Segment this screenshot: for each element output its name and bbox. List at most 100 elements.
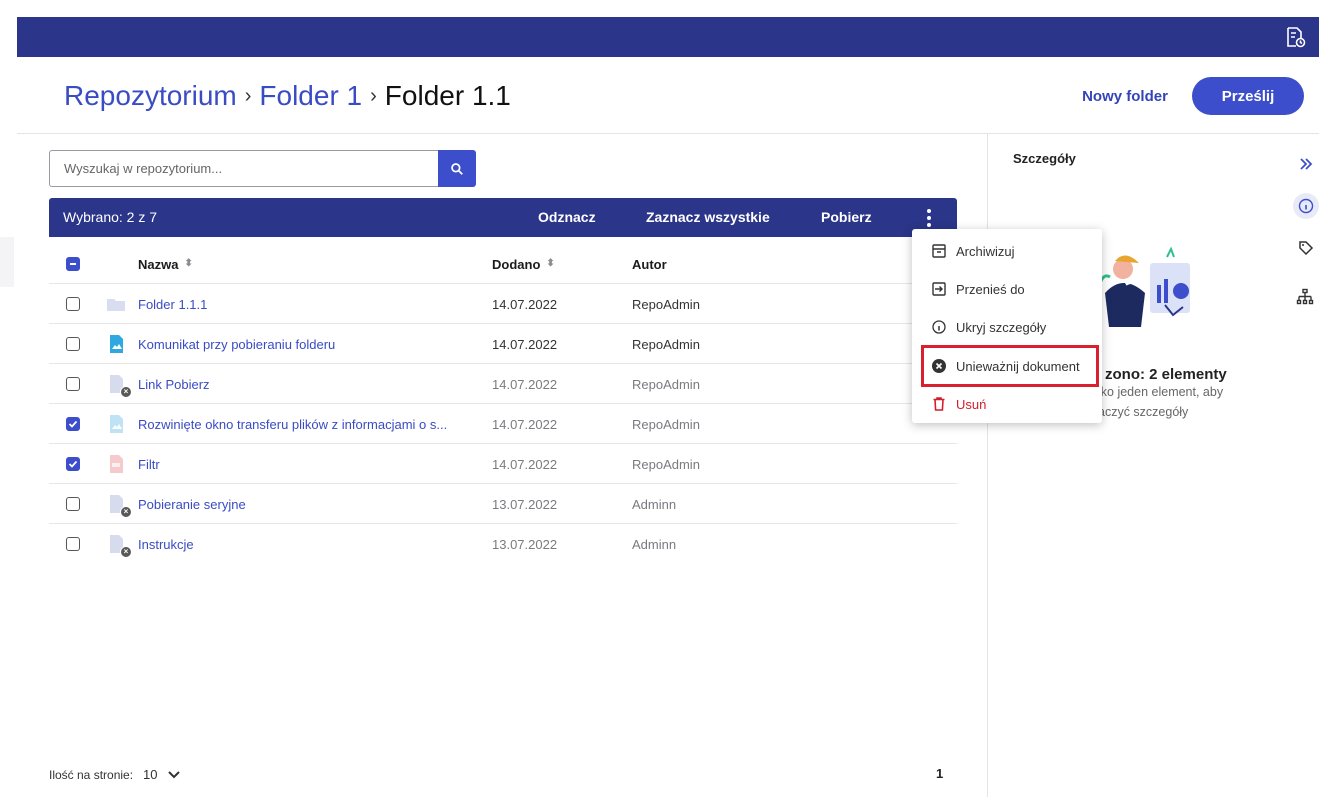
search-button[interactable] — [438, 150, 476, 187]
row-checkbox[interactable] — [66, 417, 80, 431]
date-cell: 13.07.2022 — [492, 536, 558, 552]
info-icon — [1298, 198, 1314, 214]
author-cell: RepoAdmin — [632, 456, 700, 472]
pdf-file-icon — [110, 455, 123, 473]
select-all-button[interactable]: Zaznacz wszystkie — [646, 209, 770, 225]
invalid-file-icon: × — [106, 534, 132, 558]
document-status-icon[interactable] — [1283, 25, 1307, 49]
column-author-label: Autor — [632, 256, 667, 272]
table-row[interactable]: Komunikat przy pobieraniu folderu 14.07.… — [49, 324, 957, 364]
menu-item-archive[interactable]: Archiwizuj — [912, 233, 1102, 269]
author-cell: Adminn — [632, 536, 677, 552]
file-name-link[interactable]: Pobieranie seryjne — [138, 484, 246, 524]
menu-item-label: Ukryj szczegóły — [956, 319, 1047, 335]
menu-item-hide-details[interactable]: Ukryj szczegóły — [912, 309, 1102, 345]
date-cell: 14.07.2022 — [492, 376, 558, 392]
image-file-icon — [110, 415, 123, 433]
table-row[interactable]: Rozwinięte okno transferu plików z infor… — [49, 404, 957, 444]
header-divider — [17, 133, 1319, 134]
row-checkbox[interactable] — [66, 337, 80, 351]
folder-icon — [107, 299, 125, 311]
row-checkbox[interactable] — [66, 497, 80, 511]
row-checkbox[interactable] — [66, 377, 80, 391]
menu-item-delete[interactable]: Usuń — [912, 386, 1102, 422]
file-table: Nazwa ⬍ Dodano ⬍ Autor Folder 1.1.1 14.0… — [49, 244, 957, 564]
column-header-name[interactable]: Nazwa ⬍ — [138, 244, 193, 284]
column-added-label: Dodano — [492, 256, 541, 272]
author-cell: RepoAdmin — [632, 376, 700, 392]
app-header-bar — [17, 17, 1319, 57]
deselect-button[interactable]: Odznacz — [538, 209, 596, 225]
row-checkbox[interactable] — [66, 297, 80, 311]
more-actions-button[interactable] — [919, 206, 939, 230]
page-size-value: 10 — [143, 767, 158, 782]
file-name-link[interactable]: Komunikat przy pobieraniu folderu — [138, 324, 335, 364]
date-cell: 14.07.2022 — [492, 296, 558, 312]
info-icon — [932, 320, 946, 334]
file-name-link[interactable]: Rozwinięte okno transferu plików z infor… — [138, 404, 447, 444]
page-size-label: Ilość na stronie: — [49, 767, 134, 782]
column-name-label: Nazwa — [138, 256, 179, 272]
page-size-select[interactable]: 10 — [143, 767, 180, 782]
sitemap-icon — [1296, 288, 1314, 305]
table-row[interactable]: Folder 1.1.1 14.07.2022 RepoAdmin — [49, 284, 957, 324]
breadcrumb-separator: › — [244, 84, 252, 107]
empty-state-illustration — [1098, 246, 1190, 327]
archive-icon — [932, 244, 946, 258]
details-tab-button[interactable] — [1293, 193, 1319, 219]
download-button[interactable]: Pobierz — [821, 209, 872, 225]
menu-item-label: Przenieś do — [956, 281, 1025, 297]
menu-item-label: Archiwizuj — [956, 243, 1015, 259]
context-menu: Archiwizuj Przenieś do Ukryj szczegóły U… — [912, 229, 1102, 423]
selection-bar: Wybrano: 2 z 7 Odznacz Zaznacz wszystkie… — [49, 198, 957, 237]
breadcrumb-root-link[interactable]: Repozytorium — [64, 80, 237, 112]
new-folder-button[interactable]: Nowy folder — [1070, 77, 1180, 115]
date-cell: 14.07.2022 — [492, 336, 558, 352]
tags-tab-button[interactable] — [1296, 238, 1316, 258]
left-edge-panel — [0, 237, 14, 287]
file-name-link[interactable]: Filtr — [138, 444, 160, 484]
invalid-file-icon: × — [106, 374, 132, 398]
image-file-icon — [110, 335, 123, 353]
breadcrumb: Repozytorium › Folder 1 › Folder 1.1 — [64, 80, 511, 112]
select-all-checkbox[interactable] — [66, 257, 80, 271]
upload-button[interactable]: Prześlij — [1192, 77, 1304, 115]
structure-tab-button[interactable] — [1295, 287, 1315, 307]
tag-icon — [1299, 241, 1314, 256]
author-cell: RepoAdmin — [632, 416, 700, 432]
search-input[interactable]: Wyszukaj w repozytorium... — [49, 150, 439, 187]
pagination-page-size: Ilość na stronie: 10 — [49, 767, 180, 782]
column-header-added[interactable]: Dodano ⬍ — [492, 244, 555, 284]
row-checkbox[interactable] — [66, 457, 80, 471]
kebab-dot — [927, 209, 931, 213]
table-row[interactable]: × Link Pobierz 14.07.2022 RepoAdmin — [49, 364, 957, 404]
row-checkbox[interactable] — [66, 537, 80, 551]
trash-icon — [933, 397, 945, 411]
current-page-number[interactable]: 1 — [936, 766, 943, 781]
empty-state-text: aczyć szczegóły — [1098, 405, 1189, 419]
table-row[interactable]: × Instrukcje 13.07.2022 Adminn — [49, 524, 957, 564]
date-cell: 14.07.2022 — [492, 456, 558, 472]
table-row[interactable]: × Pobieranie seryjne 13.07.2022 Adminn — [49, 484, 957, 524]
empty-state-text: lko jeden element, aby — [1098, 385, 1224, 399]
details-panel-title: Szczegóły — [1013, 151, 1076, 166]
cancel-circle-icon — [932, 359, 946, 373]
breadcrumb-parent-link[interactable]: Folder 1 — [259, 80, 362, 112]
table-row[interactable]: Filtr 14.07.2022 RepoAdmin — [49, 444, 957, 484]
invalid-file-icon: × — [106, 494, 132, 518]
menu-item-move-to[interactable]: Przenieś do — [912, 271, 1102, 307]
menu-item-invalidate-document[interactable]: Unieważnij dokument — [912, 348, 1102, 384]
column-header-author[interactable]: Autor — [632, 244, 667, 284]
date-cell: 13.07.2022 — [492, 496, 558, 512]
file-name-link[interactable]: Link Pobierz — [138, 364, 210, 404]
double-chevron-right-icon — [1300, 158, 1313, 170]
breadcrumb-separator: › — [370, 84, 377, 107]
sort-icon: ⬍ — [546, 258, 555, 269]
file-name-link[interactable]: Instrukcje — [138, 524, 194, 564]
date-cell: 14.07.2022 — [492, 416, 558, 432]
menu-item-label: Unieważnij dokument — [956, 358, 1080, 374]
author-cell: Adminn — [632, 496, 677, 512]
file-name-link[interactable]: Folder 1.1.1 — [138, 284, 207, 324]
collapse-panel-button[interactable] — [1296, 154, 1316, 174]
kebab-dot — [927, 216, 931, 220]
